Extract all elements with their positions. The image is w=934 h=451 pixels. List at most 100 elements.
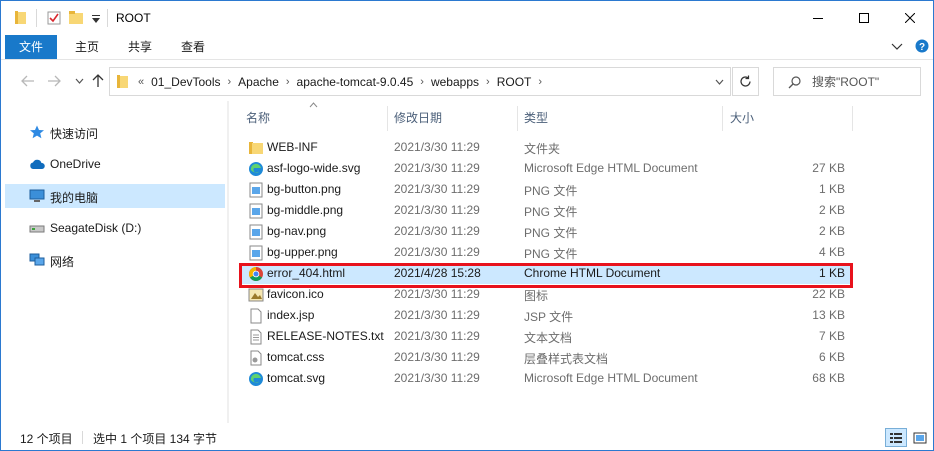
file-date: 2021/4/28 15:28 <box>394 266 481 280</box>
svg-text:?: ? <box>919 42 925 53</box>
breadcrumb-separator[interactable]: › <box>534 76 546 88</box>
column-header-type[interactable]: 类型 <box>524 106 722 131</box>
nav-item-network[interactable]: 网络 <box>5 248 225 272</box>
ico-file-icon <box>248 288 264 302</box>
details-view-button[interactable] <box>885 428 907 447</box>
chevron-down-icon[interactable] <box>891 41 903 51</box>
breadcrumb-item[interactable]: Apache <box>235 75 282 89</box>
maximize-button[interactable] <box>841 1 887 35</box>
breadcrumb-item[interactable]: apache-tomcat-9.0.45 <box>294 75 417 89</box>
file-size: 7 KB <box>818 329 845 343</box>
customize-toolbar-icon[interactable] <box>91 14 101 24</box>
column-divider[interactable] <box>517 106 518 131</box>
forward-button[interactable] <box>46 73 62 89</box>
file-size: 13 KB <box>812 308 845 322</box>
file-row[interactable]: tomcat.svg 2021/3/30 11:29 Microsoft Edg… <box>239 368 853 389</box>
large-icons-view-button[interactable] <box>910 428 930 447</box>
breadcrumb-item[interactable]: webapps <box>428 75 482 89</box>
navigation-pane: 快速访问 OneDrive 我的电脑 SeagateDisk (D:) 网络 <box>1 101 229 423</box>
close-button[interactable] <box>887 1 933 35</box>
refresh-button[interactable] <box>732 67 759 96</box>
file-row[interactable]: WEB-INF 2021/3/30 11:29 文件夹 <box>239 137 853 158</box>
file-type: Microsoft Edge HTML Document <box>524 371 698 385</box>
file-row[interactable]: bg-upper.png 2021/3/30 11:29 PNG 文件 4 KB <box>239 242 853 263</box>
file-date: 2021/3/30 11:29 <box>394 371 480 385</box>
column-divider[interactable] <box>387 106 388 131</box>
file-row[interactable]: index.jsp 2021/3/30 11:29 JSP 文件 13 KB <box>239 305 853 326</box>
nav-item-onedrive[interactable]: OneDrive <box>5 152 225 176</box>
arrow-left-icon <box>21 75 34 87</box>
breadcrumb-item[interactable]: 01_DevTools <box>148 75 223 89</box>
file-date: 2021/3/30 11:29 <box>394 140 480 154</box>
text-file-icon <box>250 329 262 345</box>
nav-item-label: OneDrive <box>50 157 101 171</box>
nav-item-quick-access[interactable]: 快速访问 <box>5 120 225 144</box>
file-row[interactable]: bg-nav.png 2021/3/30 11:29 PNG 文件 2 KB <box>239 221 853 242</box>
address-history-button[interactable] <box>708 67 731 96</box>
file-name: tomcat.css <box>267 350 325 364</box>
tab-file[interactable]: 文件 <box>5 35 57 59</box>
column-header-date[interactable]: 修改日期 <box>394 106 518 131</box>
file-row[interactable]: favicon.ico 2021/3/30 11:29 图标 22 KB <box>239 284 853 305</box>
quick-access-separator <box>36 9 37 27</box>
file-size: 68 KB <box>812 371 845 385</box>
breadcrumb-separator[interactable]: › <box>416 76 428 88</box>
file-row[interactable]: tomcat.css 2021/3/30 11:29 层叠样式表文档 6 KB <box>239 347 853 368</box>
recent-locations-button[interactable] <box>71 73 87 89</box>
up-button[interactable] <box>90 73 106 89</box>
file-row-selected[interactable]: error_404.html 2021/4/28 15:28 Chrome HT… <box>239 263 853 284</box>
file-type: 文本文档 <box>524 331 573 345</box>
properties-icon[interactable] <box>47 11 61 25</box>
title-bar: ROOT <box>1 1 933 35</box>
file-type: 文件夹 <box>524 142 561 156</box>
nav-item-seagate-disk[interactable]: SeagateDisk (D:) <box>5 216 225 240</box>
chrome-icon <box>249 267 263 281</box>
search-box[interactable] <box>773 67 921 96</box>
breadcrumb-separator[interactable]: › <box>282 76 294 88</box>
nav-item-this-pc[interactable]: 我的电脑 <box>5 184 225 208</box>
file-row[interactable]: bg-button.png 2021/3/30 11:29 PNG 文件 1 K… <box>239 179 853 200</box>
file-row[interactable]: RELEASE-NOTES.txt 2021/3/30 11:29 文本文档 7… <box>239 326 853 347</box>
details-view-icon <box>890 432 902 443</box>
column-header-name[interactable]: 名称 <box>246 106 386 131</box>
file-row[interactable]: bg-middle.png 2021/3/30 11:29 PNG 文件 2 K… <box>239 200 853 221</box>
folder-icon <box>117 75 128 88</box>
new-folder-icon[interactable] <box>69 11 83 24</box>
column-header-size[interactable]: 大小 <box>730 106 850 131</box>
file-type: PNG 文件 <box>524 205 578 219</box>
address-bar[interactable]: « 01_DevTools › Apache › apache-tomcat-9… <box>109 67 731 96</box>
search-input[interactable] <box>812 73 916 91</box>
file-name: bg-upper.png <box>267 245 338 259</box>
file-type: PNG 文件 <box>524 247 578 261</box>
file-row[interactable]: asf-logo-wide.svg 2021/3/30 11:29 Micros… <box>239 158 853 179</box>
image-file-icon <box>249 203 263 219</box>
file-size: 1 KB <box>818 182 845 196</box>
tab-share[interactable]: 共享 <box>116 35 164 59</box>
breadcrumb-item[interactable]: ROOT <box>494 75 535 89</box>
large-icons-view-icon <box>913 432 927 443</box>
file-size: 1 KB <box>818 266 845 280</box>
help-icon[interactable]: ? <box>915 39 929 53</box>
minimize-icon <box>813 18 823 19</box>
close-icon <box>905 13 915 23</box>
maximize-icon <box>859 13 869 23</box>
file-type: 层叠样式表文档 <box>524 352 609 366</box>
nav-item-label: 快速访问 <box>50 127 99 141</box>
file-date: 2021/3/30 11:29 <box>394 308 480 322</box>
back-button[interactable] <box>20 73 36 89</box>
file-size: 22 KB <box>812 287 845 301</box>
file-name: asf-logo-wide.svg <box>267 161 361 175</box>
refresh-icon <box>740 75 751 87</box>
column-divider[interactable] <box>852 106 853 131</box>
tab-home[interactable]: 主页 <box>63 35 111 59</box>
image-file-icon <box>249 182 263 198</box>
breadcrumb-overflow[interactable]: « <box>134 76 148 88</box>
minimize-button[interactable] <box>795 1 841 35</box>
tab-view[interactable]: 查看 <box>169 35 217 59</box>
column-divider[interactable] <box>722 106 723 131</box>
navigation-pane-divider[interactable] <box>227 101 229 423</box>
chevron-down-icon <box>75 78 83 84</box>
breadcrumb-separator[interactable]: › <box>224 76 236 88</box>
breadcrumb-separator[interactable]: › <box>482 76 494 88</box>
file-name: bg-middle.png <box>267 203 344 217</box>
